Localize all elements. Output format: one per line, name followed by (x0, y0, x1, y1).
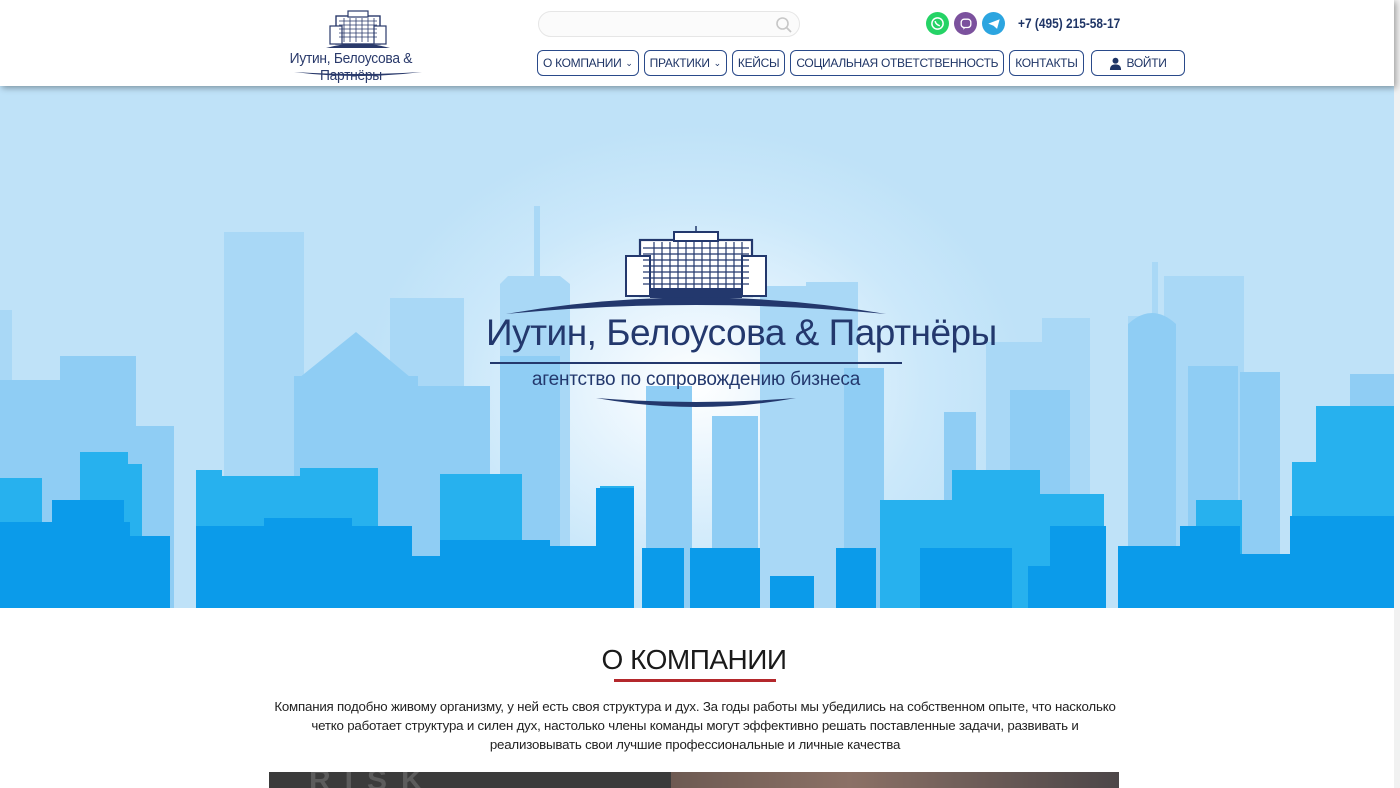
nav-item-label: СОЦИАЛЬНАЯ ОТВЕТСТВЕННОСТЬ (796, 56, 999, 70)
nav-item-practices[interactable]: ПРАКТИКИ ⌄ (643, 50, 727, 76)
chevron-down-icon: ⌄ (625, 57, 633, 68)
building-logo-icon (506, 226, 886, 314)
page-scrollbar[interactable] (1394, 0, 1400, 788)
about-title-underline (614, 679, 776, 682)
header-logo[interactable]: Иутин, Белоусова & Партнёры (270, 8, 446, 84)
logo-swoosh-icon (596, 398, 796, 407)
hero-banner: Иутин, Белоусова & Партнёры агентство по… (0, 86, 1394, 608)
search-icon[interactable] (775, 16, 793, 34)
nav-item-label: КОНТАКТЫ (1015, 56, 1078, 70)
nav-item-social-responsibility[interactable]: СОЦИАЛЬНАЯ ОТВЕТСТВЕННОСТЬ (790, 50, 1005, 76)
about-description: Компания подобно живому организму, у ней… (274, 699, 1116, 752)
building-logo-icon (326, 10, 390, 48)
login-button[interactable]: ВОЙТИ (1090, 50, 1185, 76)
logo-swoosh-icon (294, 72, 422, 76)
main-nav: О КОМПАНИИ ⌄ ПРАКТИКИ ⌄ КЕЙСЫ СОЦИАЛЬНАЯ… (537, 50, 1185, 76)
telegram-icon[interactable] (982, 12, 1005, 35)
messenger-links (926, 12, 1005, 36)
video-frame-right (671, 772, 1119, 788)
title-underline-icon (490, 362, 902, 364)
hero-logo: Иутин, Белоусова & Партнёры агентство по… (486, 226, 997, 416)
video-frame-left: RISK (269, 772, 671, 788)
video-preview[interactable]: RISK (269, 772, 1119, 788)
hero-tagline: агентство по сопровождению бизнеса (531, 369, 861, 390)
search-box[interactable] (538, 11, 800, 37)
phone-number[interactable]: +7 (495) 215-58-17 (1018, 15, 1120, 31)
chevron-down-icon: ⌄ (713, 57, 722, 68)
hero-title: Иутин, Белоусова & Партнёры (486, 312, 997, 353)
user-icon (1109, 57, 1121, 70)
header-logo-text: Иутин, Белоусова & Партнёры (289, 50, 413, 84)
nav-item-cases[interactable]: КЕЙСЫ (731, 50, 786, 76)
nav-item-label: ПРАКТИКИ (649, 56, 710, 70)
nav-item-about[interactable]: О КОМПАНИИ ⌄ (537, 50, 639, 76)
about-section-title: О КОМПАНИИ (601, 644, 787, 675)
nav-item-contacts[interactable]: КОНТАКТЫ (1009, 50, 1084, 76)
search-input[interactable] (549, 12, 779, 36)
login-label: ВОЙТИ (1126, 56, 1167, 70)
nav-item-label: КЕЙСЫ (737, 56, 780, 70)
video-overlay-text: RISK (309, 772, 437, 788)
site-header: Иутин, Белоусова & Партнёры +7 (495) 215… (0, 0, 1394, 86)
whatsapp-icon[interactable] (926, 12, 949, 35)
viber-icon[interactable] (954, 12, 977, 35)
nav-item-label: О КОМПАНИИ (543, 56, 622, 70)
